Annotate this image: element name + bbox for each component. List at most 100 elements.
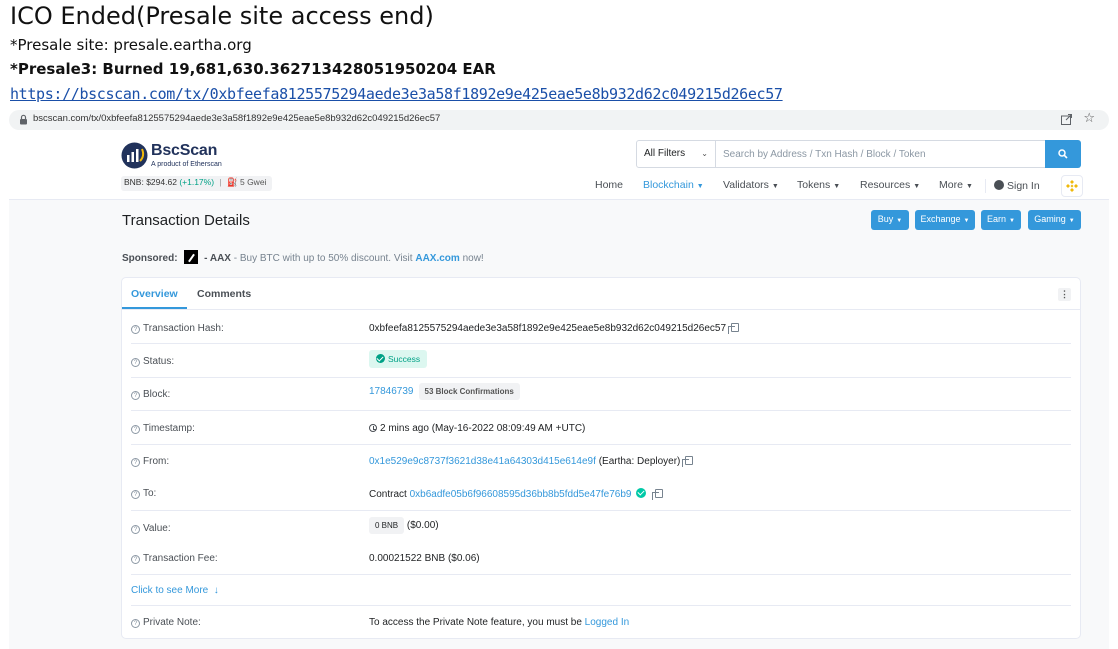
see-more-row: Click to see More ↓ bbox=[131, 575, 1071, 606]
search-icon bbox=[1058, 149, 1068, 159]
question-icon: ? bbox=[131, 391, 140, 400]
copy-icon[interactable] bbox=[728, 323, 740, 334]
sponsor-text: - Buy BTC with up to 50% discount. Visit bbox=[233, 253, 413, 264]
question-icon: ? bbox=[131, 619, 140, 628]
detail-row-fee: ? Transaction Fee: 0.00021522 BNB ($0.06) bbox=[131, 543, 1071, 575]
share-icon[interactable] bbox=[1060, 113, 1073, 126]
nav-divider bbox=[985, 179, 986, 193]
search-button[interactable] bbox=[1045, 140, 1081, 168]
question-icon: ? bbox=[131, 555, 140, 564]
login-link[interactable]: Logged In bbox=[585, 617, 630, 628]
active-tab-indicator bbox=[122, 307, 187, 309]
tab-comments[interactable]: Comments bbox=[197, 288, 251, 300]
search-input[interactable] bbox=[716, 140, 1046, 168]
see-more-label: Click to see More bbox=[131, 585, 209, 596]
card-tabs: Overview Comments ⋮ bbox=[122, 278, 1080, 310]
hash-value-cell: 0xbfeefa8125575294aede3e3a58f1892e9e425e… bbox=[369, 323, 740, 334]
detail-row-value: ? Value: 0 BNB ($0.00) bbox=[131, 511, 1071, 543]
logo-name: BscScan bbox=[151, 142, 218, 159]
detail-row-to: ? To: Contract 0xb6adfe05b6f96608595d36bb… bbox=[131, 477, 1071, 511]
bnb-price: BNB: $294.62 bbox=[124, 177, 177, 187]
see-more-link[interactable]: Click to see More ↓ bbox=[131, 585, 219, 596]
post-heading: ICO Ended(Presale site access end) bbox=[10, 2, 434, 30]
nav-validators-label: Validators bbox=[723, 179, 769, 191]
nav-blockchain-label: Blockchain bbox=[643, 179, 694, 191]
chevron-down-icon: ▼ bbox=[1068, 218, 1075, 224]
exchange-label: Exchange bbox=[920, 214, 961, 224]
chevron-down-icon: ▼ bbox=[696, 183, 704, 190]
nav-tokens[interactable]: Tokens ▼ bbox=[797, 179, 840, 191]
value-amount-badge: 0 BNB bbox=[369, 517, 405, 534]
copy-icon[interactable] bbox=[652, 489, 664, 500]
value-value-cell: 0 BNB ($0.00) bbox=[369, 517, 439, 534]
user-icon bbox=[994, 180, 1004, 190]
detail-row-timestamp: ? Timestamp: 2 mins ago (May-16-2022 08:0… bbox=[131, 411, 1071, 445]
gas-icon: ⛽ bbox=[227, 177, 238, 187]
nav-home[interactable]: Home bbox=[595, 179, 623, 191]
site-logo[interactable]: BscScan A product of Etherscan bbox=[121, 142, 261, 172]
timestamp-label-text: Timestamp: bbox=[143, 423, 195, 434]
to-value-cell: Contract 0xb6adfe05b6f96608595d36bb8b5fd… bbox=[369, 488, 664, 500]
nav-tokens-label: Tokens bbox=[797, 179, 831, 191]
to-label: ? To: bbox=[131, 488, 156, 499]
block-label-text: Block: bbox=[143, 389, 171, 400]
hash-value: 0xbfeefa8125575294aede3e3a58f1892e9e425e… bbox=[369, 323, 727, 334]
nav-more[interactable]: More ▼ bbox=[939, 179, 973, 191]
to-contract-link[interactable]: 0xb6adfe05b6f96608595d36bb8b5fdd5e47fe76… bbox=[410, 489, 632, 500]
timestamp-value: 2 mins ago (May-16-2022 08:09:49 AM +UTC… bbox=[380, 423, 586, 434]
block-link[interactable]: 17846739 bbox=[369, 386, 414, 397]
value-label-text: Value: bbox=[143, 523, 171, 534]
search-bar: All Filters ⌄ bbox=[636, 140, 1081, 168]
tx-link[interactable]: https://bscscan.com/tx/0xbfeefa812557529… bbox=[10, 85, 783, 103]
address-url[interactable]: bscscan.com/tx/0xbfeefa8125575294aede3e3… bbox=[33, 113, 440, 124]
bscscan-logo-icon bbox=[121, 142, 148, 169]
sponsor-tail: now! bbox=[462, 253, 484, 264]
nav-signin[interactable]: Sign In bbox=[994, 179, 1040, 192]
logo-subtitle: A product of Etherscan bbox=[151, 161, 222, 168]
filter-select[interactable]: All Filters ⌄ bbox=[636, 140, 716, 168]
nav-resources[interactable]: Resources ▼ bbox=[860, 179, 920, 191]
address-bar[interactable]: bscscan.com/tx/0xbfeefa8125575294aede3e3… bbox=[9, 110, 1109, 130]
from-address-link[interactable]: 0x1e529e9c8737f3621d38e41a64303d415e614e… bbox=[369, 456, 596, 467]
check-icon bbox=[376, 354, 385, 363]
hash-label-text: Transaction Hash: bbox=[143, 323, 224, 334]
buy-button[interactable]: Buy ▼ bbox=[871, 210, 909, 230]
kebab-icon[interactable]: ⋮ bbox=[1058, 288, 1071, 301]
detail-row-from: ? From: 0x1e529e9c8737f3621d38e41a64303d4… bbox=[131, 445, 1071, 477]
copy-icon[interactable] bbox=[682, 456, 694, 467]
detail-row-hash: ? Transaction Hash: 0xbfeefa8125575294aed… bbox=[131, 310, 1071, 344]
gas-price[interactable]: 5 Gwei bbox=[240, 177, 266, 187]
bnb-network-button[interactable] bbox=[1061, 175, 1083, 197]
to-prefix: Contract bbox=[369, 489, 407, 500]
bnb-price-stat: BNB: $294.62 (+1.17%) | ⛽ 5 Gwei bbox=[121, 176, 273, 191]
earn-button[interactable]: Earn ▼ bbox=[981, 210, 1021, 230]
value-usd: ($0.00) bbox=[406, 520, 439, 531]
sponsor-label: Sponsored: bbox=[122, 253, 178, 264]
block-label: ? Block: bbox=[131, 389, 170, 400]
question-icon: ? bbox=[131, 325, 140, 334]
from-tag: (Eartha: Deployer) bbox=[598, 456, 681, 467]
chevron-down-icon: ▼ bbox=[963, 218, 970, 224]
question-icon: ? bbox=[131, 525, 140, 534]
nav-validators[interactable]: Validators ▼ bbox=[723, 179, 779, 191]
filter-label: All Filters bbox=[644, 148, 686, 159]
status-value-cell: Success bbox=[369, 350, 428, 368]
nav-more-label: More bbox=[939, 179, 963, 191]
to-label-text: To: bbox=[143, 488, 157, 499]
nav-signin-label: Sign In bbox=[1007, 180, 1040, 192]
exchange-button[interactable]: Exchange ▼ bbox=[915, 210, 975, 230]
question-icon: ? bbox=[131, 358, 140, 367]
sponsor-link[interactable]: AAX.com bbox=[415, 253, 459, 264]
from-label: ? From: bbox=[131, 456, 169, 467]
arrow-down-icon: ↓ bbox=[211, 585, 219, 596]
gaming-button[interactable]: Gaming ▼ bbox=[1028, 210, 1081, 230]
timestamp-value-cell: 2 mins ago (May-16-2022 08:09:49 AM +UTC… bbox=[369, 423, 585, 434]
bnb-logo-icon bbox=[1066, 180, 1078, 192]
nav-blockchain[interactable]: Blockchain ▼ bbox=[643, 179, 704, 191]
bscscan-page: BscScan A product of Etherscan BNB: $294… bbox=[9, 132, 1109, 649]
star-icon[interactable]: ☆ bbox=[1083, 111, 1095, 127]
tab-overview[interactable]: Overview bbox=[131, 288, 178, 300]
page-title: Transaction Details bbox=[122, 212, 250, 229]
note-value-cell: To access the Private Note feature, you … bbox=[369, 617, 629, 628]
chevron-down-icon: ▼ bbox=[1009, 218, 1015, 224]
